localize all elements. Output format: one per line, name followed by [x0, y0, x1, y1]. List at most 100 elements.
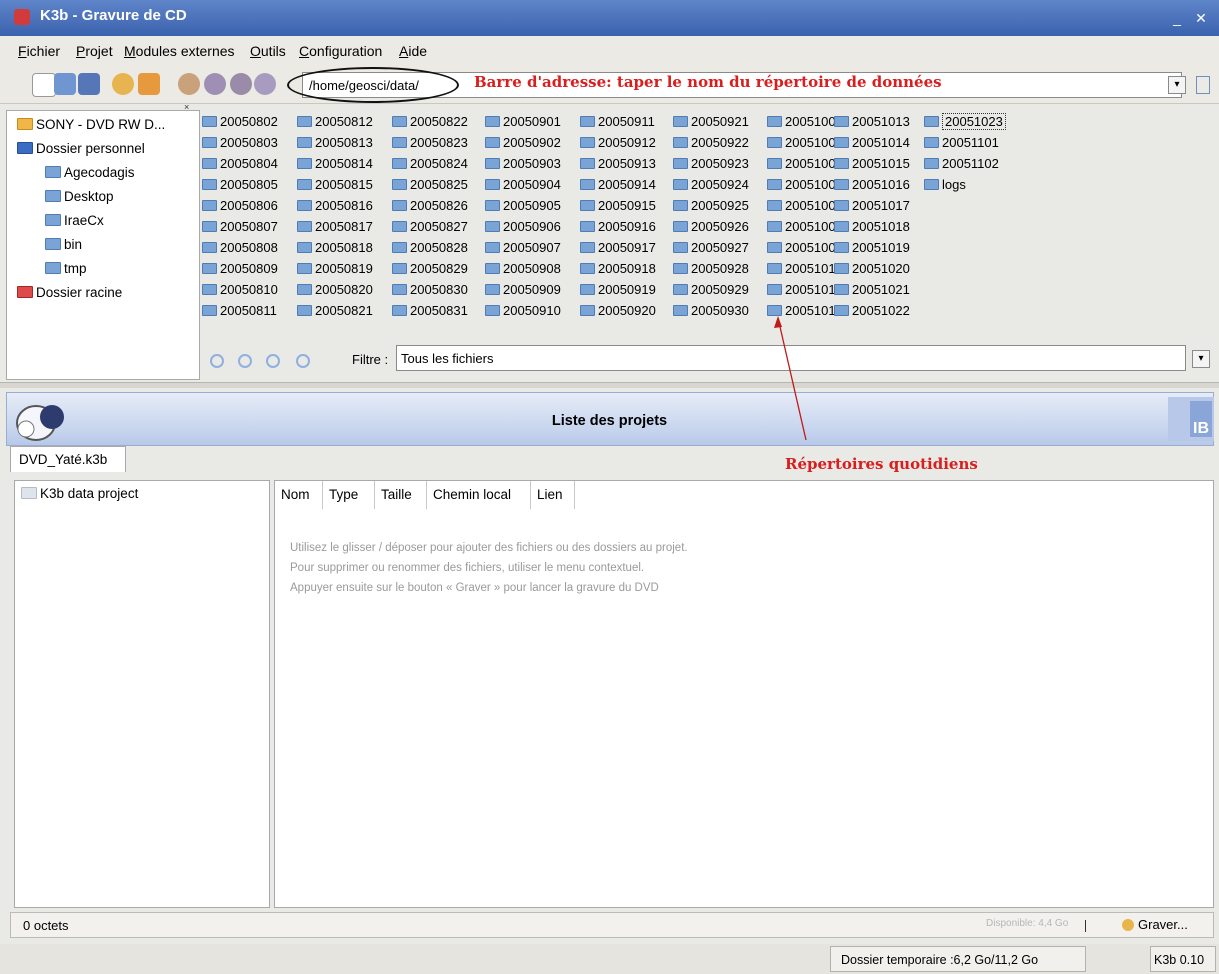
- folder-item[interactable]: logs: [924, 177, 966, 192]
- folder-item[interactable]: 20050913: [580, 156, 656, 171]
- folder-item[interactable]: 20050804: [202, 156, 278, 171]
- folder-item[interactable]: 20050918: [580, 261, 656, 276]
- close-panel-icon[interactable]: ×: [184, 102, 189, 112]
- folder-item[interactable]: 20051102: [924, 156, 999, 171]
- folder-item[interactable]: 20050909: [485, 282, 561, 297]
- folder-item[interactable]: 20050816: [297, 198, 373, 213]
- menu-projet[interactable]: Projet: [76, 43, 113, 59]
- folder-item[interactable]: 20050819: [297, 261, 373, 276]
- menu-aide[interactable]: Aide: [399, 43, 427, 59]
- folder-item[interactable]: 20051014: [834, 135, 910, 150]
- folder-item[interactable]: 20050820: [297, 282, 373, 297]
- folder-item[interactable]: 20050827: [392, 219, 468, 234]
- erase-icon[interactable]: [138, 73, 160, 95]
- folder-item[interactable]: 20050927: [673, 240, 749, 255]
- folder-item[interactable]: 20050924: [673, 177, 749, 192]
- project-tree-item[interactable]: K3b data project: [21, 486, 138, 501]
- folder-item[interactable]: 20051022: [834, 303, 910, 318]
- folder-item[interactable]: 20050807: [202, 219, 278, 234]
- menu-configuration[interactable]: Configuration: [299, 43, 382, 59]
- copy-dvd-icon[interactable]: [204, 73, 226, 95]
- column-chemin-local[interactable]: Chemin local: [427, 481, 531, 509]
- folder-item[interactable]: 20051006: [767, 219, 843, 234]
- folder-item[interactable]: 20051009: [767, 240, 843, 255]
- folder-item[interactable]: 20051002: [767, 135, 843, 150]
- folder-item[interactable]: 20050830: [392, 282, 468, 297]
- folder-item[interactable]: 20050912: [580, 135, 656, 150]
- back-icon[interactable]: [210, 354, 224, 368]
- folder-item[interactable]: 20050825: [392, 177, 468, 192]
- folder-item[interactable]: 20051010: [767, 261, 843, 276]
- folder-item[interactable]: 20051101: [924, 135, 999, 150]
- address-dropdown-icon[interactable]: ▾: [1168, 76, 1186, 94]
- folder-item[interactable]: 20050828: [392, 240, 468, 255]
- folder-item[interactable]: 20051001: [767, 114, 843, 129]
- folder-item[interactable]: 20050821: [297, 303, 373, 318]
- folder-item[interactable]: 20051019: [834, 240, 910, 255]
- folder-item[interactable]: 20050907: [485, 240, 561, 255]
- filter-combobox[interactable]: Tous les fichiers: [396, 345, 1186, 371]
- folder-item[interactable]: 20050903: [485, 156, 561, 171]
- folder-item[interactable]: 20051018: [834, 219, 910, 234]
- folder-item[interactable]: 20051013: [834, 114, 910, 129]
- folder-item[interactable]: 20051005: [767, 198, 843, 213]
- folder-item[interactable]: 20050925: [673, 198, 749, 213]
- column-taille[interactable]: Taille: [375, 481, 427, 509]
- splitter[interactable]: [0, 382, 1219, 388]
- folder-item[interactable]: 20050814: [297, 156, 373, 171]
- folder-item[interactable]: 20050915: [580, 198, 656, 213]
- folder-item[interactable]: 20051015: [834, 156, 910, 171]
- folder-item[interactable]: 20050817: [297, 219, 373, 234]
- folder-item[interactable]: 20050824: [392, 156, 468, 171]
- folder-item[interactable]: 20050919: [580, 282, 656, 297]
- folder-item[interactable]: 20050810: [202, 282, 278, 297]
- folder-item[interactable]: 20050911: [580, 114, 655, 129]
- column-type[interactable]: Type: [323, 481, 375, 509]
- forward-icon[interactable]: [238, 354, 252, 368]
- folder-item[interactable]: 20051003: [767, 156, 843, 171]
- folder-item[interactable]: 20050802: [202, 114, 278, 129]
- folder-item[interactable]: 20050812: [297, 114, 373, 129]
- folder-item[interactable]: 20050808: [202, 240, 278, 255]
- close-icon[interactable]: ✕: [1192, 9, 1210, 27]
- tab-project[interactable]: DVD_Yaté.k3b: [10, 446, 126, 472]
- tree-item-agecodagis[interactable]: Agecodagis: [45, 165, 135, 180]
- filter-dropdown-icon[interactable]: ▾: [1192, 350, 1210, 368]
- folder-item[interactable]: 20050916: [580, 219, 656, 234]
- folder-item[interactable]: 20051016: [834, 177, 910, 192]
- folder-item[interactable]: 20051011: [767, 282, 842, 297]
- folder-item[interactable]: 20050930: [673, 303, 749, 318]
- folder-item[interactable]: 20050818: [297, 240, 373, 255]
- folder-item[interactable]: 20050823: [392, 135, 468, 150]
- folder-item[interactable]: 20050923: [673, 156, 749, 171]
- folder-item[interactable]: 20050829: [392, 261, 468, 276]
- folder-item[interactable]: 20050826: [392, 198, 468, 213]
- folder-item[interactable]: 20050920: [580, 303, 656, 318]
- folder-item[interactable]: 20051021: [834, 282, 910, 297]
- folder-item[interactable]: 20050902: [485, 135, 561, 150]
- folder-item[interactable]: 20050908: [485, 261, 561, 276]
- folder-item[interactable]: 20050914: [580, 177, 656, 192]
- folder-item[interactable]: 20051023: [924, 113, 1006, 130]
- home-nav-icon[interactable]: [266, 354, 280, 368]
- folder-item[interactable]: 20050922: [673, 135, 749, 150]
- folder-item[interactable]: 20050910: [485, 303, 561, 318]
- folder-item[interactable]: 20051004: [767, 177, 843, 192]
- folder-item[interactable]: 20050929: [673, 282, 749, 297]
- minimize-icon[interactable]: _: [1168, 9, 1186, 27]
- folder-item[interactable]: 20050831: [392, 303, 468, 318]
- new-project-icon[interactable]: [32, 73, 56, 97]
- iso-image-icon[interactable]: [254, 73, 276, 95]
- folder-item[interactable]: 20050809: [202, 261, 278, 276]
- burn-button[interactable]: Graver...: [1116, 913, 1208, 937]
- column-nom[interactable]: Nom: [275, 481, 323, 509]
- tree-item-iraecx[interactable]: IraeCx: [45, 213, 104, 228]
- folder-item[interactable]: 20050921: [673, 114, 749, 129]
- reload-icon[interactable]: [296, 354, 310, 368]
- menu-outils[interactable]: Outils: [250, 43, 286, 59]
- tree-item-tmp[interactable]: tmp: [45, 261, 87, 276]
- folder-item[interactable]: 20050917: [580, 240, 656, 255]
- go-icon[interactable]: [1196, 76, 1210, 94]
- folder-item[interactable]: 20050811: [202, 303, 277, 318]
- tree-item-root[interactable]: Dossier racine: [17, 285, 122, 300]
